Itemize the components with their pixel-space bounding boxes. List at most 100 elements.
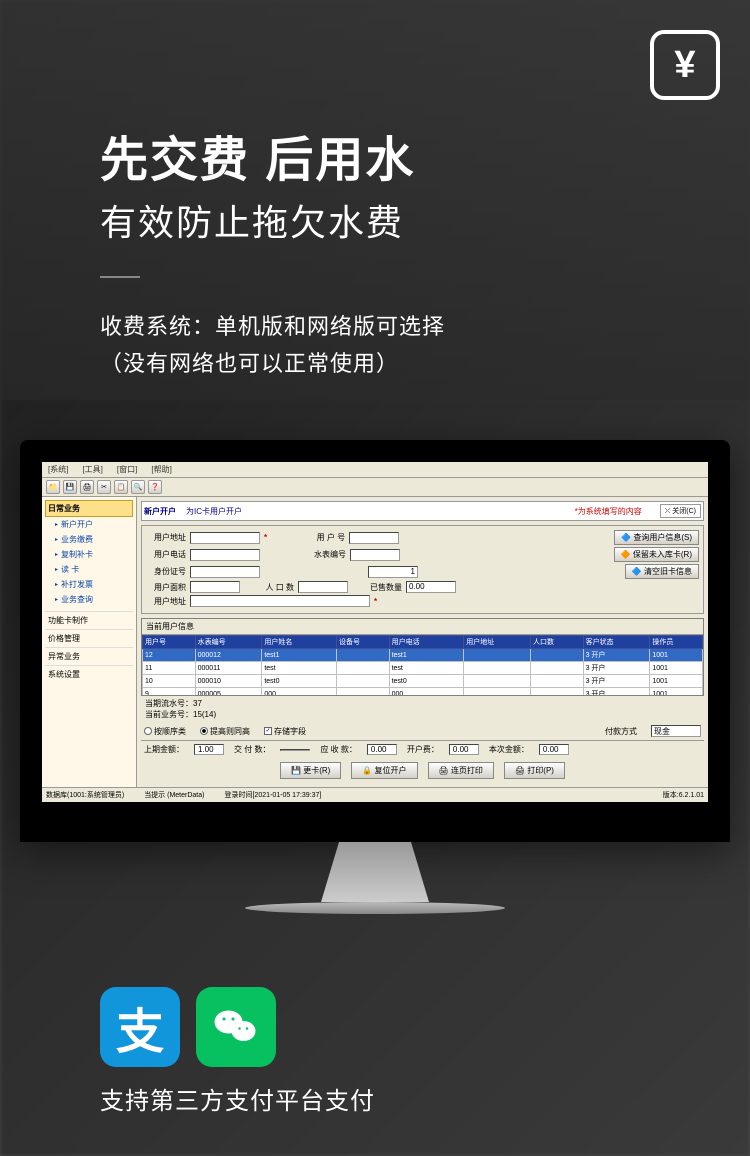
table-cell <box>337 662 390 675</box>
app-screen: [系统] [工具] [窗口] [帮助] 📁 💾 🖨 ✂ 📋 🔍 ❓ 日常业务 新… <box>42 462 708 802</box>
table-header[interactable]: 客户状态 <box>583 636 650 649</box>
sidebar-item-copy[interactable]: 复制补卡 <box>45 547 133 562</box>
table-cell <box>531 662 584 675</box>
toolbar-btn[interactable]: 🖨 <box>80 480 94 494</box>
required-mark: * <box>374 597 377 606</box>
table-cell: 000012 <box>195 649 262 662</box>
sidebar-settings[interactable]: 系统设置 <box>45 665 133 683</box>
update-card-button[interactable]: 💾 更卡(R) <box>280 762 341 779</box>
headline-main: 先交费 后用水 <box>100 120 445 190</box>
menu-system[interactable]: [系统] <box>48 464 68 475</box>
table-cell <box>337 649 390 662</box>
table-header[interactable]: 操作员 <box>650 636 703 649</box>
sidebar-func-card[interactable]: 功能卡制作 <box>45 611 133 629</box>
thisamount-value: 0.00 <box>539 744 569 755</box>
paid-label: 交 付 数： <box>234 744 270 755</box>
checkbox-store[interactable]: ✓存储字段 <box>264 726 306 737</box>
sidebar-item-read[interactable]: 读 卡 <box>45 562 133 577</box>
prev-amount-label: 上期金额： <box>144 744 184 755</box>
toolbar-btn[interactable]: 🔍 <box>131 480 145 494</box>
table-cell: 000011 <box>195 662 262 675</box>
biz-no: 当前业务号：15(14) <box>145 709 700 720</box>
sidebar: 日常业务 新户开户 业务缴费 复制补卡 读 卡 补打发票 业务查询 功能卡制作 … <box>42 497 137 787</box>
table-header[interactable]: 用户号 <box>143 636 196 649</box>
input-id2[interactable] <box>190 595 370 607</box>
keep-card-button[interactable]: 🔶 保留未入库卡(R) <box>614 547 699 562</box>
table-header[interactable]: 用户电话 <box>389 636 464 649</box>
table-cell: 11 <box>143 662 196 675</box>
table-header[interactable]: 用户姓名 <box>262 636 337 649</box>
input-addr[interactable] <box>190 532 260 544</box>
required-mark: * <box>264 533 267 542</box>
label-idno: 身份证号 <box>146 566 186 577</box>
toolbar-btn[interactable]: ✂ <box>97 480 111 494</box>
menu-window[interactable]: [窗口] <box>117 464 137 475</box>
clear-card-button[interactable]: 🔷 清空旧卡信息 <box>625 564 699 579</box>
label-count: 已售数量 <box>352 582 402 593</box>
input-userid[interactable] <box>349 532 399 544</box>
table-cell: 10 <box>143 675 196 688</box>
table-cell <box>464 675 531 688</box>
query-user-button[interactable]: 🔷 查询用户信息(S) <box>614 530 699 545</box>
sidebar-item-reprint[interactable]: 补打发票 <box>45 577 133 592</box>
table-title: 当前用户信息 <box>142 619 703 635</box>
table-cell <box>464 688 531 697</box>
table-cell: 12 <box>143 649 196 662</box>
table-row[interactable]: 11000011testtest3 开户1001 <box>143 662 703 675</box>
input-extra[interactable]: 1 <box>368 566 418 578</box>
wechat-icon <box>196 987 276 1067</box>
toolbar-btn[interactable]: 📁 <box>46 480 60 494</box>
input-meterno[interactable] <box>350 549 400 561</box>
table-header[interactable]: 用户地址 <box>464 636 531 649</box>
input-count[interactable]: 0.00 <box>406 581 456 593</box>
input-phone[interactable] <box>190 549 260 561</box>
table-cell: 000 <box>389 688 464 697</box>
sidebar-item-query[interactable]: 业务查询 <box>45 592 133 607</box>
table-cell: 000 <box>262 688 337 697</box>
radio-raise[interactable]: 提高则同高 <box>200 726 250 737</box>
table-row[interactable]: 90000050000003 开户1001 <box>143 688 703 697</box>
page-print-button[interactable]: 🖨 连页打印 <box>428 762 494 779</box>
openfee-value: 0.00 <box>449 744 479 755</box>
content-header: 新户开户 为IC卡用户开户 *为系统填写的内容 ⤫ 关闭(C) <box>141 501 704 521</box>
sidebar-item-open[interactable]: 新户开户 <box>45 517 133 532</box>
menu-tools[interactable]: [工具] <box>82 464 102 475</box>
menu-help[interactable]: [帮助] <box>151 464 171 475</box>
sidebar-abnormal[interactable]: 异常业务 <box>45 647 133 665</box>
pay-method-select[interactable]: 现金 <box>651 725 701 737</box>
table-header[interactable]: 人口数 <box>531 636 584 649</box>
radio-order[interactable]: 按顺序类 <box>144 726 186 737</box>
table-row[interactable]: 12000012test1test13 开户1001 <box>143 649 703 662</box>
table-row[interactable]: 10000010test0test03 开户1001 <box>143 675 703 688</box>
table-cell: 1001 <box>650 649 703 662</box>
monitor-base <box>245 902 505 914</box>
panel-subtitle: 为IC卡用户开户 <box>186 506 242 517</box>
input-area[interactable] <box>190 581 240 593</box>
label-area: 用户面积 <box>146 582 186 593</box>
sidebar-item-pay[interactable]: 业务缴费 <box>45 532 133 547</box>
table-cell <box>464 649 531 662</box>
receivable-value: 0.00 <box>367 744 397 755</box>
table-cell: 1001 <box>650 662 703 675</box>
openfee-label: 开户费： <box>407 744 439 755</box>
label-meterno: 水表编号 <box>306 549 346 560</box>
table-cell <box>464 662 531 675</box>
paid-value[interactable] <box>280 749 310 751</box>
table-cell: 3 开户 <box>583 675 650 688</box>
table-cell <box>337 675 390 688</box>
table-cell: test0 <box>389 675 464 688</box>
sidebar-price[interactable]: 价格管理 <box>45 629 133 647</box>
menu-bar: [系统] [工具] [窗口] [帮助] <box>42 462 708 478</box>
table-cell: 3 开户 <box>583 662 650 675</box>
close-button[interactable]: ⤫ 关闭(C) <box>660 504 701 518</box>
print-button[interactable]: 🖨 打印(P) <box>504 762 565 779</box>
table-header[interactable]: 设备号 <box>337 636 390 649</box>
toolbar-btn[interactable]: ❓ <box>148 480 162 494</box>
reset-open-button[interactable]: 🔒 复位开户 <box>351 762 417 779</box>
toolbar-btn[interactable]: 📋 <box>114 480 128 494</box>
table-cell: 000010 <box>195 675 262 688</box>
input-idno[interactable] <box>190 566 260 578</box>
table-header[interactable]: 水表编号 <box>195 636 262 649</box>
input-pop[interactable] <box>298 581 348 593</box>
toolbar-btn[interactable]: 💾 <box>63 480 77 494</box>
